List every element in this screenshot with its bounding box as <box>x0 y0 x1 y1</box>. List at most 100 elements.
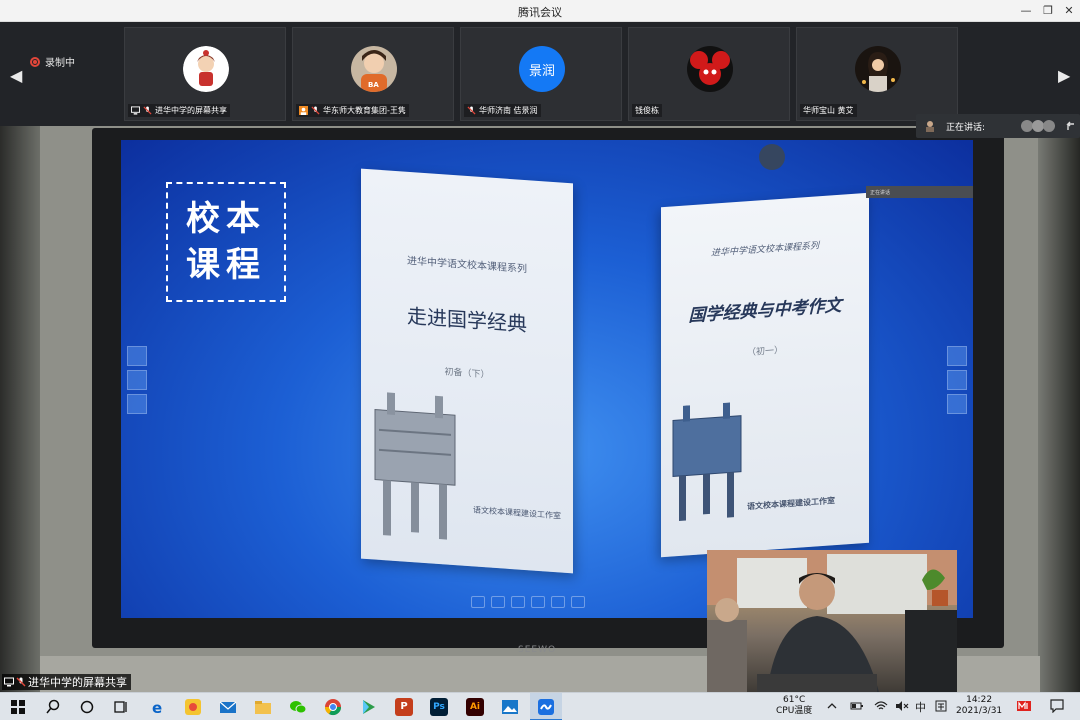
book-title: 国学经典与中考作文 <box>688 295 842 327</box>
participant-name-bar: 进华中学的屏幕共享 <box>128 104 230 117</box>
cpu-temperature: 61°C CPU温度 <box>776 695 812 717</box>
screen-share-label: 进华中学的屏幕共享 <box>2 674 131 690</box>
mic-muted-icon <box>311 106 320 115</box>
windows-start-icon[interactable] <box>9 698 27 716</box>
participant-name-bar: 钱俊栋 <box>632 104 662 117</box>
participant-name-bar: 华师宝山 黄艾 <box>800 104 857 117</box>
media-player-icon[interactable] <box>359 698 377 716</box>
book-subtitle: （初一） <box>746 345 783 359</box>
cortana-icon[interactable] <box>78 698 96 716</box>
colorful-app-icon[interactable] <box>184 698 202 716</box>
speaker-avatar-icon <box>926 121 934 132</box>
windows-taskbar: e P Ps Ai 61°C CPU温度 中 14:22 2021/3/31 <box>0 692 1080 720</box>
slide-nav-button <box>947 346 967 366</box>
speaker-thumbnails-icon <box>1021 120 1055 132</box>
chrome-icon[interactable] <box>324 698 342 716</box>
mic-muted-icon <box>16 677 26 687</box>
mic-muted-icon <box>467 106 476 115</box>
bronze-vessel-image <box>672 402 742 522</box>
participant-name: 钱俊栋 <box>635 106 659 115</box>
screen-share-icon <box>4 677 14 687</box>
participant-tile[interactable]: 华师宝山 黄艾 <box>796 27 958 121</box>
participant-tile[interactable]: 进华中学的屏幕共享 <box>124 27 286 121</box>
participant-strip: 录制中 ◀ ▶ 进华中学的屏幕共享 BA 华东师大教育集团-王隽 景润 华师济南… <box>0 22 1080 126</box>
search-icon[interactable] <box>44 698 62 716</box>
night-photo-avatar <box>855 46 901 92</box>
ime-indicator[interactable]: 中 <box>915 699 926 715</box>
window-title: 腾讯会议 <box>518 6 562 19</box>
user-orange-icon <box>299 106 308 115</box>
cpu-temp-value: 61°C <box>783 695 806 705</box>
book-cover-right: 进华中学语文校本课程系列 国学经典与中考作文 （初一） 语文校本课程建设工作室 <box>661 192 869 558</box>
participant-tile[interactable]: 钱俊栋 <box>628 27 790 121</box>
shape-icon <box>531 596 545 608</box>
nested-speaking-bar: 正在讲话 <box>866 186 973 198</box>
volume-muted-icon[interactable] <box>895 700 909 712</box>
photo-child-avatar: BA <box>351 46 397 92</box>
recording-label: 录制中 <box>45 58 75 69</box>
notification-icon[interactable] <box>1050 699 1064 713</box>
battery-icon[interactable] <box>850 700 864 712</box>
presentation-slide: 校本课程 进华中学语文校本课程系列 走进国学经典 初备（下） 语文校本课程建设工… <box>121 140 973 618</box>
participant-tile[interactable]: BA 华东师大教育集团-王隽 <box>292 27 454 121</box>
screen-share-icon <box>131 106 140 115</box>
task-view-icon[interactable] <box>112 698 130 716</box>
svg-text:e: e <box>152 699 162 716</box>
chevron-up-icon[interactable] <box>826 700 838 712</box>
collapse-arrow-icon[interactable] <box>1064 120 1076 132</box>
slide-stamp-text: 校本课程 <box>166 182 286 302</box>
book-title: 走进国学经典 <box>407 303 527 337</box>
system-clock[interactable]: 14:22 2021/3/31 <box>956 695 1002 717</box>
eraser-icon <box>511 596 525 608</box>
camera-pip-video <box>707 550 957 692</box>
edge-browser-icon[interactable]: e <box>149 698 167 716</box>
tencent-meeting-taskbar-item[interactable] <box>530 693 562 720</box>
mouse-ears-avatar <box>687 46 733 92</box>
book-publisher: 语文校本课程建设工作室 <box>473 505 561 521</box>
svg-text:BA: BA <box>368 81 379 89</box>
slide-annotation-toolbar <box>471 593 621 611</box>
ime-mode-icon[interactable] <box>935 700 947 712</box>
pointer-icon <box>471 596 485 608</box>
room-wall-right <box>1038 126 1080 692</box>
next-participants-button[interactable]: ▶ <box>1058 66 1070 85</box>
close-button[interactable]: ✕ <box>1058 2 1080 20</box>
participant-name: 华东师大教育集团-王隽 <box>323 106 406 115</box>
title-bar: 腾讯会议 — ❐ ✕ <box>0 0 1080 22</box>
speaking-indicator: 正在讲话: <box>916 114 1080 138</box>
clock-time: 14:22 <box>966 695 993 705</box>
page-icon <box>571 596 585 608</box>
cartoon-girl-avatar <box>183 46 229 92</box>
speaking-label: 正在讲话: <box>946 123 986 133</box>
powerpoint-icon[interactable]: P <box>395 698 413 716</box>
participant-name-bar: 华东师大教育集团-王隽 <box>296 104 409 117</box>
tencent-meeting-icon <box>538 699 554 715</box>
slide-nav-button <box>127 346 147 366</box>
slide-nav-button <box>947 370 967 390</box>
restore-button[interactable]: ❐ <box>1037 2 1059 20</box>
mail-icon[interactable] <box>219 698 237 716</box>
slide-nav-button <box>127 370 147 390</box>
book-cover-left: 进华中学语文校本课程系列 走进国学经典 初备（下） 语文校本课程建设工作室 <box>361 168 573 574</box>
participant-tile[interactable]: 景润 华师济南 佶景润 <box>460 27 622 121</box>
prev-participants-button[interactable]: ◀ <box>10 66 22 85</box>
book-series: 进华中学语文校本课程系列 <box>407 255 527 276</box>
file-explorer-icon[interactable] <box>254 698 272 716</box>
clock-date: 2021/3/31 <box>956 706 1003 716</box>
record-icon <box>30 56 40 67</box>
recording-indicator[interactable]: 录制中 <box>30 54 75 69</box>
text-avatar: 景润 <box>519 46 565 92</box>
minimize-button[interactable]: — <box>1015 2 1037 20</box>
photos-icon[interactable] <box>501 698 519 716</box>
wifi-icon[interactable] <box>874 700 888 712</box>
cpu-temp-label: CPU温度 <box>776 706 813 716</box>
mic-muted-icon <box>143 106 152 115</box>
slide-nav-button <box>127 394 147 414</box>
wechat-icon[interactable] <box>289 698 307 716</box>
slide-side-buttons-right <box>947 346 967 418</box>
red-app-tray-icon[interactable] <box>1016 699 1032 713</box>
slide-nav-button <box>947 394 967 414</box>
book-series: 进华中学语文校本课程系列 <box>710 241 819 259</box>
illustrator-icon[interactable]: Ai <box>466 698 484 716</box>
photoshop-icon[interactable]: Ps <box>430 698 448 716</box>
